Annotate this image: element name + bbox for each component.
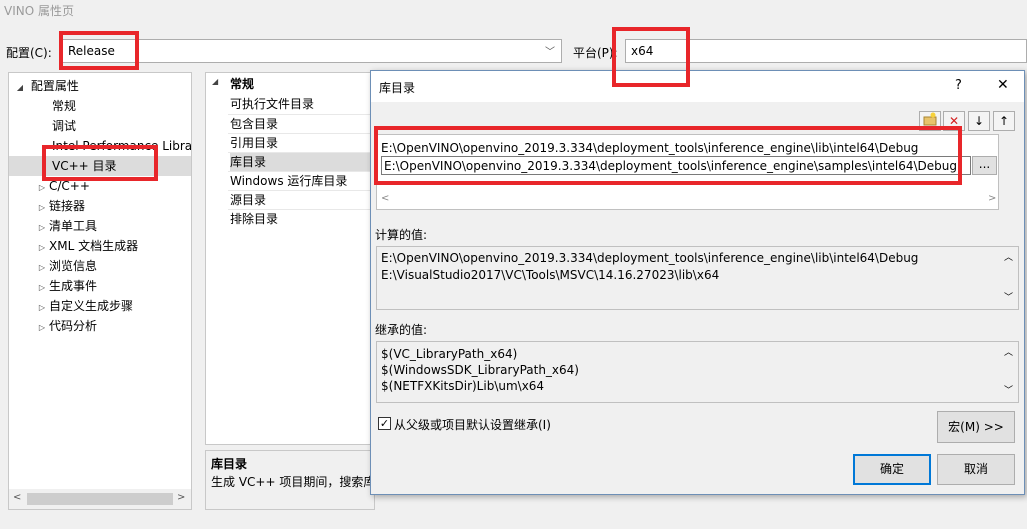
inherited-value: $(NETFXKitsDir)Lib\um\x64 [381, 379, 545, 393]
library-dirs-dialog: 库目录 ? ✕ ✕ ↓ ↑ E:\OpenVINO\openvino_2019.… [370, 70, 1025, 495]
collapsed-triangle-icon: ▷ [38, 203, 46, 212]
platform-label: 平台(P): [573, 46, 618, 60]
dialog-title: 库目录 [379, 81, 416, 95]
prop-winrt-dirs[interactable]: Windows 运行库目录 [230, 172, 347, 191]
tree-group-label: 清单工具 [49, 219, 98, 233]
tree-group-code-analysis[interactable]: ▷ 代码分析 [35, 316, 97, 336]
help-button[interactable]: ? [955, 78, 962, 93]
collapsed-triangle-icon: ▷ [38, 183, 46, 192]
config-combo[interactable]: Release ﹀ [62, 39, 562, 63]
tree-group-custom-build[interactable]: ▷ 自定义生成步骤 [35, 296, 133, 316]
dialog-titlebar: 库目录 ? ✕ [371, 71, 1024, 102]
tree-group-linker[interactable]: ▷ 链接器 [35, 196, 85, 216]
window-title: VINO 属性页 [4, 4, 74, 18]
computed-value: E:\VisualStudio2017\VC\Tools\MSVC\14.16.… [381, 268, 720, 282]
tree-group-label: C/C++ [49, 179, 90, 193]
tree-group-label: 浏览信息 [49, 259, 98, 273]
property-grid: ◢ 常规 可执行文件目录 包含目录 引用目录 库目录 Windows 运行库目录… [205, 72, 375, 445]
scroll-left-icon[interactable]: < [13, 492, 21, 503]
scroll-left-icon[interactable]: < [381, 193, 389, 204]
inherited-values-box: $(VC_LibraryPath_x64) $(WindowsSDK_Libra… [376, 341, 1019, 403]
tree-item-debug[interactable]: 调试 [52, 116, 76, 136]
scroll-down-icon[interactable]: ﹀ [1004, 383, 1013, 396]
inherited-value: $(VC_LibraryPath_x64) [381, 347, 518, 361]
expanded-triangle-icon: ◢ [16, 83, 24, 92]
platform-value: x64 [631, 44, 654, 58]
collapsed-triangle-icon: ▷ [38, 263, 46, 272]
tree-group-browse[interactable]: ▷ 浏览信息 [35, 256, 97, 276]
scroll-down-icon[interactable]: ﹀ [1004, 290, 1013, 303]
collapsed-triangle-icon: ▷ [38, 243, 46, 252]
computed-vscrollbar[interactable]: ︿ ﹀ [1001, 248, 1017, 308]
tree-group-label: XML 文档生成器 [49, 239, 139, 253]
ok-button[interactable]: 确定 [853, 454, 931, 485]
inherited-vscrollbar[interactable]: ︿ ﹀ [1001, 343, 1017, 401]
tree-hscrollbar[interactable]: < > [9, 489, 191, 509]
chevron-down-icon: ﹀ [545, 47, 555, 58]
inherited-value: $(WindowsSDK_LibraryPath_x64) [381, 363, 579, 377]
property-category: 常规 [230, 77, 255, 91]
move-down-button[interactable]: ↓ [968, 111, 990, 131]
delete-x-icon: ✕ [948, 114, 960, 128]
tree-group-label: 代码分析 [49, 319, 98, 333]
tree-group-xml[interactable]: ▷ XML 文档生成器 [35, 236, 138, 256]
move-up-button[interactable]: ↑ [993, 111, 1015, 131]
computed-value: E:\OpenVINO\openvino_2019.3.334\deployme… [381, 251, 919, 265]
tree-item-intel-perf[interactable]: Intel Performance Librar [52, 136, 191, 156]
collapsed-triangle-icon: ▷ [38, 323, 46, 332]
prop-source-dirs[interactable]: 源目录 [230, 191, 266, 210]
tree-item-vc-directories[interactable]: VC++ 目录 [9, 156, 191, 176]
tree-item-general[interactable]: 常规 [52, 96, 76, 116]
checkmark-icon: ✓ [379, 417, 390, 430]
new-line-button[interactable] [919, 111, 941, 131]
tree-group-build-events[interactable]: ▷ 生成事件 [35, 276, 97, 296]
prop-reference-dirs[interactable]: 引用目录 [230, 134, 278, 153]
collapsed-triangle-icon: ▷ [38, 303, 46, 312]
cancel-button[interactable]: 取消 [937, 454, 1015, 485]
expanded-triangle-icon: ◢ [212, 77, 219, 86]
tree-group-cpp[interactable]: ▷ C/C++ [35, 176, 90, 196]
prop-include-dirs[interactable]: 包含目录 [230, 115, 278, 134]
description-panel: 库目录 生成 VC++ 项目期间，搜索库 [205, 450, 375, 510]
tree-group-label: 自定义生成步骤 [49, 299, 134, 313]
collapsed-triangle-icon: ▷ [38, 283, 46, 292]
prop-library-dirs[interactable]: 库目录 [230, 153, 374, 172]
tree-root[interactable]: ◢ 配置属性 [9, 76, 79, 96]
inherit-checkbox-label[interactable]: 从父级或项目默认设置继承(I) [394, 416, 551, 433]
scroll-right-icon[interactable]: > [177, 492, 185, 503]
inherit-checkbox[interactable]: ✓ [378, 417, 391, 430]
inherited-label: 继承的值: [375, 323, 428, 337]
delete-line-button[interactable]: ✕ [943, 111, 965, 131]
config-label: 配置(C): [6, 46, 52, 60]
computed-label: 计算的值: [375, 228, 428, 242]
computed-values-box: E:\OpenVINO\openvino_2019.3.334\deployme… [376, 246, 1019, 310]
collapsed-triangle-icon: ▷ [38, 223, 46, 232]
scroll-right-icon[interactable]: > [988, 193, 996, 204]
tree-root-label: 配置属性 [30, 79, 79, 93]
new-folder-icon [923, 112, 937, 126]
scroll-up-icon[interactable]: ︿ [1004, 250, 1013, 263]
tree-group-manifest[interactable]: ▷ 清单工具 [35, 216, 97, 236]
tree-panel: ◢ 配置属性 常规 调试 Intel Performance Librar VC… [8, 72, 192, 510]
scroll-up-icon[interactable]: ︿ [1004, 345, 1013, 358]
description-title: 库目录 [211, 457, 248, 471]
directory-entry[interactable]: E:\OpenVINO\openvino_2019.3.334\deployme… [381, 141, 918, 155]
platform-combo[interactable]: x64 [625, 39, 1027, 63]
close-button[interactable]: ✕ [997, 77, 1009, 93]
macro-button[interactable]: 宏(M) >> [937, 411, 1015, 443]
description-text: 生成 VC++ 项目期间，搜索库 [211, 475, 375, 489]
directory-list[interactable]: E:\OpenVINO\openvino_2019.3.334\deployme… [376, 134, 999, 210]
directory-entry-edit-text: E:\OpenVINO\openvino_2019.3.334\deployme… [384, 159, 958, 173]
prop-exe-dirs[interactable]: 可执行文件目录 [230, 95, 314, 114]
arrow-down-icon: ↓ [973, 114, 985, 128]
arrow-up-icon: ↑ [998, 114, 1010, 128]
prop-exclude-dirs[interactable]: 排除目录 [230, 210, 278, 229]
directory-entry-editor[interactable]: E:\OpenVINO\openvino_2019.3.334\deployme… [381, 156, 971, 175]
config-value: Release [68, 44, 115, 58]
tree-group-label: 生成事件 [49, 279, 98, 293]
scroll-thumb[interactable] [27, 493, 173, 505]
tree-group-label: 链接器 [49, 199, 86, 213]
browse-button[interactable]: ... [972, 156, 997, 175]
